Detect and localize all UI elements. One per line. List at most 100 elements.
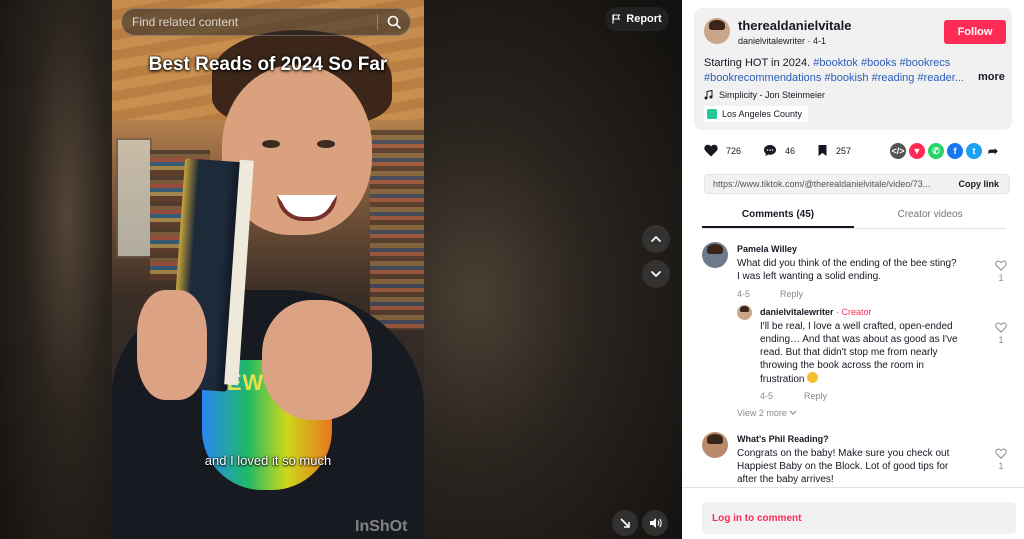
search-bar (121, 8, 411, 36)
video-title-overlay: Best Reads of 2024 So Far (148, 54, 388, 75)
video-person-eye (262, 140, 280, 148)
whatsapp-icon[interactable]: ✆ (928, 143, 944, 159)
view-more-label: View 2 more (737, 408, 787, 418)
commenter-avatar[interactable] (702, 242, 728, 268)
music-title: Simplicity - Jon Steinmeier (719, 90, 826, 100)
comment-date: 4-5 (737, 289, 751, 299)
volume-button[interactable] (642, 510, 668, 536)
like-button[interactable]: 726 (704, 144, 741, 157)
author-username[interactable]: therealdanielvitale (738, 18, 851, 33)
location-chip[interactable]: Los Angeles County (704, 106, 809, 122)
volume-icon (649, 518, 662, 528)
heart-icon (704, 144, 718, 157)
video-caption: and I loved it so much (204, 453, 332, 468)
hashtag[interactable]: #bookish (824, 72, 868, 84)
like-count: 726 (726, 145, 742, 156)
search-icon (387, 15, 401, 29)
video-person-hand (262, 300, 372, 420)
chevron-down-icon (789, 410, 797, 415)
reply-button[interactable]: Reply (804, 391, 827, 401)
chevron-down-icon (651, 271, 661, 277)
reply-author-name: danielvitalewriter (760, 307, 834, 317)
heart-outline-icon (995, 260, 1007, 271)
copy-link-button[interactable]: Copy link (948, 179, 1009, 189)
view-more-replies[interactable]: View 2 more (737, 408, 797, 418)
hashtag[interactable]: #bookrecommendations (704, 72, 821, 84)
comment-author[interactable]: What's Phil Reading? (737, 434, 829, 444)
location-label: Los Angeles County (722, 109, 803, 119)
search-input[interactable] (122, 15, 377, 29)
flag-icon (612, 14, 621, 24)
blurred-background-left (0, 0, 112, 539)
comment-like-button[interactable]: 1 (994, 448, 1008, 471)
hashtag[interactable]: #bookrecs (900, 57, 951, 69)
previous-video-button[interactable] (642, 225, 670, 253)
embed-icon[interactable]: </> (890, 143, 906, 159)
follow-button[interactable]: Follow (944, 20, 1006, 44)
reply-text: throwing the book across the room in (760, 360, 924, 371)
reply-button[interactable]: Reply (780, 289, 803, 299)
floating-player-icon (620, 518, 630, 528)
comment-text: What did you think of the ending of the … (737, 258, 957, 269)
comment-count: 46 (785, 145, 796, 156)
facebook-icon[interactable]: f (947, 143, 963, 159)
reply-date: 4-5 (760, 391, 774, 401)
hashtag[interactable]: #booktok (813, 57, 858, 69)
post-date: 4-1 (813, 36, 827, 46)
music-link[interactable]: Simplicity - Jon Steinmeier (704, 90, 825, 100)
comment-text: after the baby arrives! (737, 474, 834, 485)
comment-button[interactable]: 46 (763, 144, 795, 157)
commenter-avatar[interactable] (702, 432, 728, 458)
send-icon[interactable]: ▼ (909, 143, 925, 159)
description-text: Starting HOT in 2024. (704, 57, 811, 69)
details-panel: therealdanielvitale danielvitalewriter ·… (682, 0, 1024, 539)
chevron-up-icon (651, 236, 661, 242)
twitter-icon[interactable]: t (966, 143, 982, 159)
music-note-icon (704, 90, 713, 100)
more-button[interactable]: more (978, 71, 1005, 83)
comment-like-count: 1 (998, 461, 1004, 471)
video-bookshelf-right (370, 130, 424, 330)
login-to-comment-button[interactable]: Log in to comment (702, 502, 1016, 534)
share-arrow-icon[interactable]: ➦ (985, 143, 1001, 159)
tab-bar: Comments (45) Creator videos (702, 205, 1006, 229)
hashtag[interactable]: #reader... (917, 72, 963, 84)
author-avatar[interactable] (704, 18, 730, 44)
link-box: https://www.tiktok.com/@therealdanielvit… (704, 174, 1010, 194)
creator-reply-avatar[interactable] (737, 305, 752, 320)
reply-like-count: 1 (998, 335, 1004, 345)
comment-text: Congrats on the baby! Make sure you chec… (737, 448, 950, 459)
heart-outline-icon (995, 322, 1007, 333)
grimace-emoji-icon (807, 372, 819, 383)
location-icon (707, 109, 717, 119)
reply-like-button[interactable]: 1 (994, 322, 1008, 345)
reply-text: ending… And that was about as good as I'… (760, 334, 958, 345)
video-person-hand (137, 290, 207, 400)
bookmark-button[interactable]: 257 (817, 144, 851, 157)
tab-comments[interactable]: Comments (45) (702, 205, 854, 228)
hashtag[interactable]: #books (861, 57, 896, 69)
action-bar: 726 46 257 (704, 144, 873, 157)
tab-creator-videos[interactable]: Creator videos (854, 205, 1006, 228)
hashtag[interactable]: #reading (872, 72, 915, 84)
next-video-button[interactable] (642, 260, 670, 288)
video-watermark: InShOt (355, 518, 408, 535)
comment-text: Happiest Baby on the Block. Lot of good … (737, 461, 949, 472)
comment-author[interactable]: Pamela Willey (737, 244, 797, 254)
comment-like-button[interactable]: 1 (994, 260, 1008, 283)
report-button[interactable]: Report (605, 7, 669, 31)
reply-author[interactable]: danielvitalewriter · Creator (760, 307, 872, 317)
video-person-eye (317, 140, 335, 148)
reply-text: I'll be real, I love a well crafted, ope… (760, 321, 953, 332)
bookmark-count: 257 (836, 145, 852, 156)
author-subline: danielvitalewriter · 4-1 (738, 36, 826, 46)
comment-icon (764, 145, 777, 156)
search-button[interactable] (378, 8, 410, 36)
share-row: </> ▼ ✆ f t ➦ (890, 143, 1001, 159)
post-description: Starting HOT in 2024. #booktok #books #b… (704, 56, 1006, 86)
heart-outline-icon (995, 448, 1007, 459)
bookmark-icon (818, 145, 827, 156)
floating-player-button[interactable] (612, 510, 638, 536)
video-link[interactable]: https://www.tiktok.com/@therealdanielvit… (705, 179, 948, 189)
comment-like-count: 1 (998, 273, 1004, 283)
